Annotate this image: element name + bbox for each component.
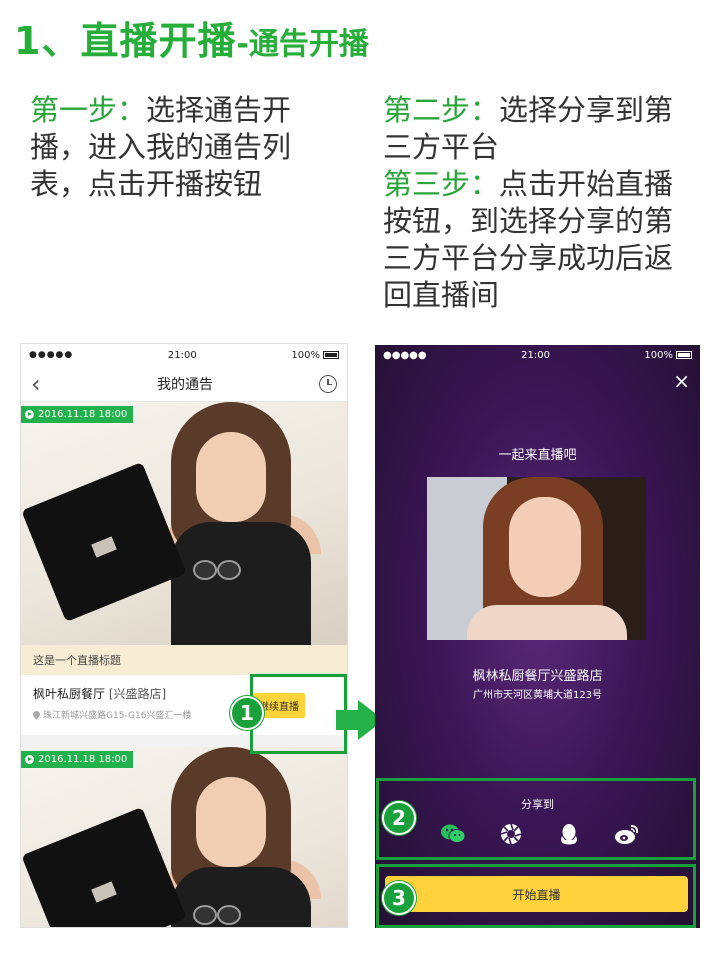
headline: 一起来直播吧	[498, 448, 577, 463]
shop-name: 枫林私厨餐厅兴盛路店	[472, 669, 603, 684]
status-time: 21:00	[521, 349, 550, 361]
status-bar: ●●●●● 21:00 100%	[21, 344, 347, 366]
back-icon[interactable]: ‹	[31, 370, 51, 398]
date-badge: 2016.11.18 18:00	[21, 406, 134, 423]
live-title: 这是一个直播标题	[21, 645, 347, 675]
page-title: 我的通告	[157, 376, 213, 393]
step2-label: 第二步：	[383, 93, 500, 127]
instruction-right: 第二步：选择分享到第三方平台 第三步：点击开始直播按钮，到选择分享的第三方平台分…	[383, 92, 683, 314]
cover-photo	[427, 477, 646, 640]
step3-badge: 3	[382, 881, 416, 915]
handbag-image	[21, 807, 187, 927]
step2-badge: 2	[382, 801, 416, 835]
announcement-card-image[interactable]: 2016.11.18 18:00	[21, 747, 347, 927]
close-icon[interactable]: ×	[673, 371, 690, 391]
slide-title: 1、直播开播 -通告开播	[14, 10, 369, 63]
nav-bar: ‹ 我的通告	[21, 366, 347, 402]
step1-badge: 1	[230, 696, 264, 730]
play-icon	[25, 755, 34, 764]
clock-icon[interactable]	[319, 374, 337, 393]
shop-address: 广州市天河区黄埔大道123号	[472, 690, 603, 701]
instruction-left: 第一步：选择通告开播，进入我的通告列表，点击开播按钮	[30, 92, 330, 203]
battery-indicator: 100%	[644, 350, 692, 361]
play-icon	[25, 410, 34, 419]
title-main: 1、直播开播	[14, 19, 237, 63]
step3-highlight-box	[376, 864, 696, 928]
step3-label: 第三步：	[383, 167, 500, 201]
battery-indicator: 100%	[291, 350, 339, 361]
title-sub: -通告开播	[236, 27, 369, 62]
signal-indicator: ●●●●●	[29, 350, 74, 360]
location-pin-icon	[31, 709, 42, 720]
battery-icon	[323, 350, 339, 359]
date-badge: 2016.11.18 18:00	[21, 751, 134, 768]
battery-icon	[676, 350, 692, 359]
step1-highlight-box	[250, 674, 347, 754]
step2-highlight-box	[376, 778, 696, 860]
announcement-list-screen: ●●●●● 21:00 100% ‹ 我的通告 2016.11.18 18:00…	[20, 343, 348, 928]
step1-label: 第一步：	[30, 93, 147, 127]
status-bar: ●●●●● 21:00 100%	[375, 345, 700, 365]
status-time: 21:00	[167, 349, 197, 361]
signal-indicator: ●●●●●	[383, 349, 427, 361]
announcement-card-image[interactable]: 2016.11.18 18:00	[21, 402, 347, 645]
